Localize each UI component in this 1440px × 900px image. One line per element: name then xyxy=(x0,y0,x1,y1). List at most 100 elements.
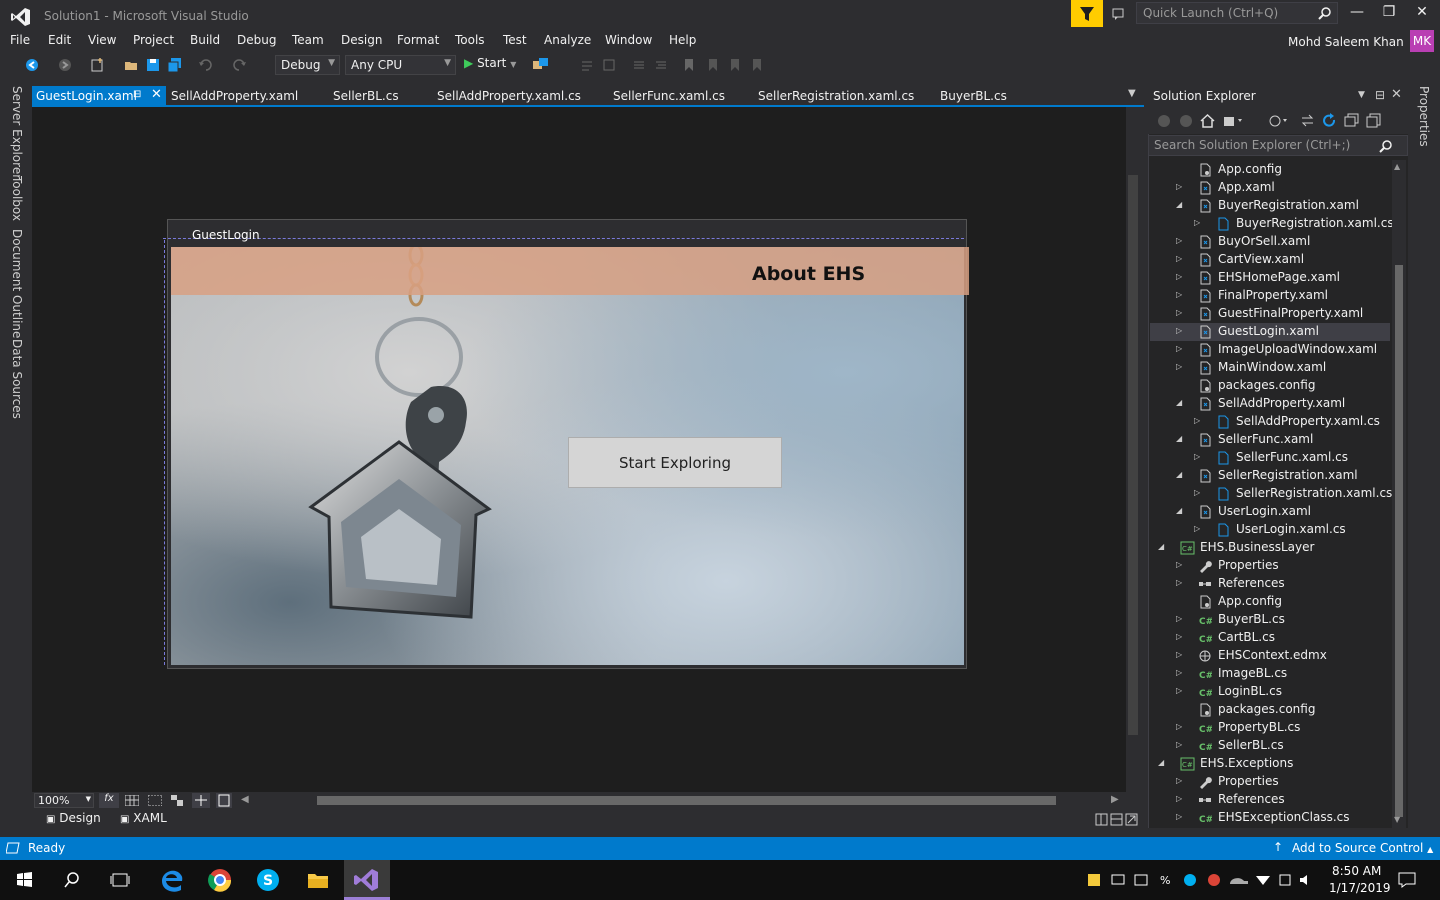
file-explorer-icon[interactable] xyxy=(302,864,334,896)
expanded-arrow-icon[interactable]: ◢ xyxy=(1176,434,1184,444)
tree-item[interactable]: ▷ ImageUploadWindow.xaml xyxy=(1150,341,1390,359)
start-debugging-button[interactable]: ▶ Start ▼ xyxy=(464,56,516,74)
collapsed-arrow-icon[interactable]: ▷ xyxy=(1194,452,1202,462)
collapsed-arrow-icon[interactable]: ▷ xyxy=(1176,794,1184,804)
collapsed-arrow-icon[interactable]: ▷ xyxy=(1176,668,1184,678)
collapsed-arrow-icon[interactable]: ▷ xyxy=(1176,272,1184,282)
collapse-all-icon[interactable] xyxy=(1344,113,1359,128)
tree-item[interactable]: ▷ C# PropertyBL.cs xyxy=(1150,719,1390,737)
home-icon[interactable] xyxy=(1200,113,1215,128)
menu-file[interactable]: File xyxy=(10,33,30,47)
snap-to-grid-icon[interactable] xyxy=(148,795,162,806)
find-in-files-icon[interactable] xyxy=(602,58,616,72)
collapsed-arrow-icon[interactable]: ▷ xyxy=(1176,632,1184,642)
notification-filter-button[interactable] xyxy=(1071,0,1103,27)
refresh-icon[interactable] xyxy=(1322,113,1337,128)
tree-item[interactable]: ▷ FinalProperty.xaml xyxy=(1150,287,1390,305)
avatar[interactable]: MK xyxy=(1410,30,1434,52)
tab-design-view[interactable]: ▣ Design xyxy=(46,811,101,825)
solution-explorer-scroll-thumb[interactable] xyxy=(1395,265,1403,817)
collapsed-arrow-icon[interactable]: ▷ xyxy=(1176,812,1184,822)
feedback-icon[interactable] xyxy=(1111,6,1127,22)
collapsed-arrow-icon[interactable]: ▷ xyxy=(1176,776,1184,786)
tab-xaml-view[interactable]: ▣ XAML xyxy=(120,811,167,825)
solution-platform-dropdown[interactable]: Any CPU ▼ xyxy=(345,55,456,75)
tab-selladdproperty-xaml-cs[interactable]: SellAddProperty.xaml.cs xyxy=(433,86,585,106)
tree-item[interactable]: ▷ MainWindow.xaml xyxy=(1150,359,1390,377)
scroll-left-icon[interactable]: ◀ xyxy=(241,794,249,805)
tree-item[interactable]: ◢ SellerFunc.xaml xyxy=(1150,431,1390,449)
tree-item[interactable]: App.config xyxy=(1150,161,1390,179)
taskbar-clock-date[interactable]: 1/17/2019 xyxy=(1329,881,1391,895)
collapsed-arrow-icon[interactable]: ▷ xyxy=(1176,560,1184,570)
menu-team[interactable]: Team xyxy=(292,33,324,47)
uncomment-icon[interactable] xyxy=(654,58,668,72)
undo-icon[interactable] xyxy=(198,58,212,72)
panel-menu-icon[interactable]: ▼ xyxy=(1358,90,1365,100)
collapsed-arrow-icon[interactable]: ▷ xyxy=(1176,254,1184,264)
expanded-arrow-icon[interactable]: ◢ xyxy=(1158,758,1166,768)
tree-item[interactable]: ▷ SellerRegistration.xaml.cs xyxy=(1150,485,1392,503)
tree-item[interactable]: ▷ SellerFunc.xaml.cs xyxy=(1150,449,1390,467)
collapsed-arrow-icon[interactable]: ▷ xyxy=(1176,650,1184,660)
tree-item[interactable]: packages.config xyxy=(1150,701,1390,719)
collapsed-arrow-icon[interactable]: ▷ xyxy=(1176,182,1184,192)
collapsed-arrow-icon[interactable]: ▷ xyxy=(1176,614,1184,624)
tree-item[interactable]: ▷ CartView.xaml xyxy=(1150,251,1390,269)
collapsed-arrow-icon[interactable]: ▷ xyxy=(1194,416,1202,426)
tab-properties[interactable]: Properties xyxy=(1417,86,1431,147)
tree-item[interactable]: ▷ C# CartBL.cs xyxy=(1150,629,1390,647)
save-all-icon[interactable] xyxy=(168,58,182,72)
start-exploring-button[interactable]: Start Exploring xyxy=(568,437,782,488)
artboard-background-icon[interactable] xyxy=(171,795,183,806)
tab-server-explorer[interactable]: Server Explorer xyxy=(10,86,24,179)
action-center-icon[interactable] xyxy=(1398,872,1416,888)
maximize-icon[interactable]: ❐ xyxy=(1377,4,1401,24)
tree-item[interactable]: ▷ UserLogin.xaml.cs xyxy=(1150,521,1390,539)
visual-studio-taskbar-button[interactable] xyxy=(344,860,390,900)
tab-sellerfunc-xaml-cs[interactable]: SellerFunc.xaml.cs xyxy=(609,86,729,106)
collapsed-arrow-icon[interactable]: ▷ xyxy=(1176,362,1184,372)
split-view-icons[interactable] xyxy=(1095,813,1139,826)
pending-changes-filter-icon[interactable] xyxy=(1268,113,1288,128)
close-icon[interactable]: ✕ xyxy=(1391,87,1402,102)
user-name[interactable]: Mohd Saleem Khan xyxy=(1288,35,1404,49)
switch-views-icon[interactable] xyxy=(1223,113,1243,128)
tab-selladdproperty-xaml[interactable]: SellAddProperty.xaml xyxy=(167,86,302,106)
tree-item[interactable]: ▷ BuyerRegistration.xaml.cs xyxy=(1150,215,1394,233)
about-ehs-heading[interactable]: About EHS xyxy=(752,263,865,285)
tree-item[interactable]: ▷ EHSContext.edmx xyxy=(1150,647,1390,665)
open-file-icon[interactable] xyxy=(124,58,138,72)
tree-item[interactable]: ▷ BuyOrSell.xaml xyxy=(1150,233,1390,251)
task-view-icon[interactable] xyxy=(104,864,136,896)
grid-icon[interactable] xyxy=(125,795,139,806)
redo-icon[interactable] xyxy=(233,58,247,72)
tree-item[interactable]: ▷ SellAddProperty.xaml.cs xyxy=(1150,413,1390,431)
taskbar-clock-time[interactable]: 8:50 AM xyxy=(1332,864,1381,878)
show-all-files-icon[interactable] xyxy=(1366,113,1381,128)
tab-guestlogin-xaml[interactable]: GuestLogin.xaml ⊟ ✕ xyxy=(32,86,166,106)
forward-icon[interactable] xyxy=(58,58,72,72)
tree-item[interactable]: ▷ C# SellerBL.cs xyxy=(1150,737,1390,755)
new-project-icon[interactable] xyxy=(90,58,104,72)
menu-project[interactable]: Project xyxy=(133,33,174,47)
close-icon[interactable]: ✕ xyxy=(151,87,162,102)
edge-browser-icon[interactable] xyxy=(156,864,188,896)
tree-item[interactable]: ▷ App.xaml xyxy=(1150,179,1390,197)
menu-debug[interactable]: Debug xyxy=(237,33,276,47)
menu-view[interactable]: View xyxy=(88,33,116,47)
tab-data-sources[interactable]: Data Sources xyxy=(10,339,24,419)
search-icon[interactable] xyxy=(1318,6,1332,20)
tree-item[interactable]: ▷ C# LoginBL.cs xyxy=(1150,683,1390,701)
tree-item[interactable]: ▷ References xyxy=(1150,575,1390,593)
collapsed-arrow-icon[interactable]: ▷ xyxy=(1176,578,1184,588)
windows-start-icon[interactable] xyxy=(8,864,40,896)
collapsed-arrow-icon[interactable]: ▷ xyxy=(1194,218,1202,228)
add-to-source-control-button[interactable]: ↑ Add to Source Control ▲ xyxy=(1273,840,1433,855)
tree-item[interactable]: ◢ UserLogin.xaml xyxy=(1150,503,1390,521)
scroll-up-icon[interactable]: ▲ xyxy=(1394,162,1400,171)
collapsed-arrow-icon[interactable]: ▷ xyxy=(1176,344,1184,354)
collapsed-arrow-icon[interactable]: ▷ xyxy=(1176,290,1184,300)
collapsed-arrow-icon[interactable]: ▷ xyxy=(1194,488,1202,498)
collapsed-arrow-icon[interactable]: ▷ xyxy=(1176,308,1184,318)
